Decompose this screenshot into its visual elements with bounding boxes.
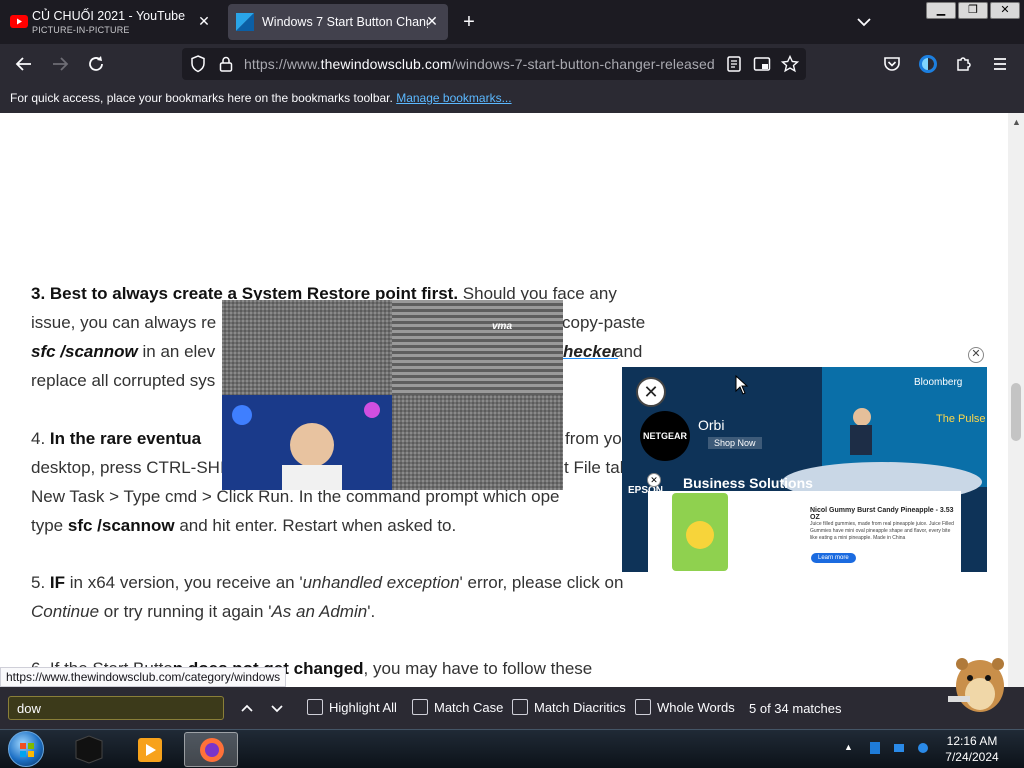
forward-button[interactable] <box>48 52 72 76</box>
chevron-down-icon <box>271 705 283 713</box>
picture-in-picture-video[interactable]: vma <box>222 300 563 490</box>
tab-youtube[interactable]: CỦ CHUỐI 2021 - YouTube PICTURE-IN-PICTU… <box>4 4 220 40</box>
tab-title: CỦ CHUỐI 2021 - YouTube <box>32 9 186 23</box>
reload-button[interactable] <box>84 52 108 76</box>
whole-words-checkbox[interactable] <box>635 699 651 715</box>
firefox-account-icon <box>919 55 937 73</box>
match-case-checkbox[interactable] <box>412 699 428 715</box>
tab-windows-club[interactable]: Windows 7 Start Button Changer ✕ <box>228 4 448 40</box>
whole-words-option[interactable]: Whole Words <box>635 699 735 715</box>
mouse-cursor-icon <box>735 375 749 395</box>
window-controls: ▁ ❐ ✕ <box>926 2 1020 19</box>
close-ad-button[interactable]: ✕ <box>968 347 984 363</box>
tab-title: Windows 7 Start Button Changer <box>262 15 428 29</box>
address-bar[interactable]: https://www.thewindowsclub.com/windows-7… <box>182 48 806 80</box>
highlight-all-option[interactable]: Highlight All <box>307 699 397 715</box>
windows-logo-icon <box>20 743 34 757</box>
media-player-icon <box>138 738 162 762</box>
taskbar-app-firefox[interactable] <box>184 732 238 767</box>
page-scrollbar[interactable]: ▲ <box>1008 113 1024 687</box>
candy-product-image <box>672 493 728 571</box>
firefox-icon <box>200 738 224 762</box>
url-text[interactable]: https://www.thewindowsclub.com/windows-7… <box>244 56 715 72</box>
shop-now-button[interactable]: Shop Now <box>708 437 762 449</box>
tray-app-icon[interactable] <box>868 741 882 755</box>
highlight-all-checkbox[interactable] <box>307 699 323 715</box>
account-button[interactable] <box>916 52 940 76</box>
close-tab-icon[interactable]: ✕ <box>424 13 440 29</box>
match-count: 5 of 34 matches <box>749 701 842 716</box>
shield-icon[interactable] <box>188 54 208 74</box>
bookmark-star-icon[interactable] <box>780 54 800 74</box>
clock-date: 7/24/2024 <box>945 750 999 764</box>
volume-icon[interactable] <box>916 741 930 755</box>
match-diacritics-option[interactable]: Match Diacritics <box>512 699 626 715</box>
minimize-button[interactable]: ▁ <box>926 2 956 19</box>
tab-strip: CỦ CHUỐI 2021 - YouTube PICTURE-IN-PICTU… <box>0 0 1024 44</box>
back-arrow-icon <box>15 57 31 71</box>
show-hidden-icons-button[interactable]: ▲ <box>844 742 853 752</box>
match-diacritics-checkbox[interactable] <box>512 699 528 715</box>
lock-icon[interactable] <box>216 54 236 74</box>
hamburger-menu-icon <box>994 58 1006 70</box>
netgear-logo: NETGEAR <box>640 411 690 461</box>
find-input[interactable] <box>8 696 224 720</box>
tab-subtitle: PICTURE-IN-PICTURE <box>32 25 130 35</box>
article-link[interactable]: hecker <box>563 337 618 366</box>
start-button[interactable] <box>8 731 44 767</box>
find-previous-button[interactable] <box>237 698 257 718</box>
taskbar-app-media-player[interactable] <box>122 732 176 767</box>
banner-text: Business Solutions <box>683 475 813 491</box>
reload-icon <box>89 56 103 71</box>
chevron-up-icon <box>241 704 253 712</box>
extensions-button[interactable] <box>952 52 976 76</box>
ad-dismiss-button[interactable]: ✕ <box>636 377 666 407</box>
find-in-page-bar: Highlight All Match Case Match Diacritic… <box>0 687 1024 729</box>
news-brand: Bloomberg <box>914 377 963 388</box>
video-ad[interactable]: ✕ NETGEAR Orbi Shop Now Bloomberg The Pu… <box>622 367 987 572</box>
navigation-toolbar: https://www.thewindowsclub.com/windows-7… <box>0 44 1024 84</box>
new-tab-button[interactable]: + <box>456 10 482 36</box>
list-all-tabs-button[interactable] <box>852 12 876 32</box>
match-case-option[interactable]: Match Case <box>412 699 503 715</box>
pocket-icon <box>884 57 900 71</box>
scrollbar-thumb[interactable] <box>1011 383 1021 441</box>
show-name: The Pulse <box>936 413 986 425</box>
ad-inner-close-button[interactable]: ✕ <box>647 473 661 487</box>
scroll-up-icon[interactable]: ▲ <box>1012 117 1021 127</box>
puzzle-icon <box>957 57 971 71</box>
ad-product-name: Orbi <box>698 417 725 433</box>
forward-arrow-icon <box>53 57 69 71</box>
manage-bookmarks-link[interactable]: Manage bookmarks... <box>396 91 511 105</box>
product-card[interactable]: Nicol Gummy Burst Candy Pineapple - 3.53… <box>648 491 961 572</box>
back-button[interactable] <box>12 52 36 76</box>
product-description: Juice filled gummies, made from real pin… <box>810 521 954 541</box>
close-window-button[interactable]: ✕ <box>990 2 1020 19</box>
learn-more-button[interactable]: Learn more <box>811 553 856 563</box>
pocket-button[interactable] <box>880 52 904 76</box>
site-favicon <box>236 13 254 31</box>
close-tab-icon[interactable]: ✕ <box>196 13 212 29</box>
link-status-tooltip: https://www.thewindowsclub.com/category/… <box>0 667 287 687</box>
bookmarks-toolbar: For quick access, place your bookmarks h… <box>0 84 1024 113</box>
black-cube-app-icon <box>75 735 103 764</box>
windows-taskbar: ▲ 12:16 AM 7/24/2024 <box>0 729 1024 768</box>
youtube-icon <box>10 15 28 28</box>
bookmarks-message: For quick access, place your bookmarks h… <box>10 91 393 105</box>
restore-button[interactable]: ❐ <box>958 2 988 19</box>
hamster-mascot-image <box>948 658 1004 712</box>
system-clock[interactable]: 12:16 AM 7/24/2024 <box>938 733 1006 765</box>
menu-button[interactable] <box>988 52 1012 76</box>
picture-in-picture-icon[interactable] <box>752 54 772 74</box>
network-icon[interactable] <box>892 741 906 755</box>
product-title: Nicol Gummy Burst Candy Pineapple - 3.53… <box>810 507 954 521</box>
clock-time: 12:16 AM <box>946 734 998 748</box>
vma-logo: vma <box>492 321 513 332</box>
chevron-down-icon <box>857 18 871 27</box>
find-next-button[interactable] <box>267 698 287 718</box>
reader-view-icon[interactable] <box>724 54 744 74</box>
taskbar-app-terminal[interactable] <box>62 732 116 767</box>
article-paragraph-5: 5. IF in x64 version, you receive an 'un… <box>31 573 624 621</box>
